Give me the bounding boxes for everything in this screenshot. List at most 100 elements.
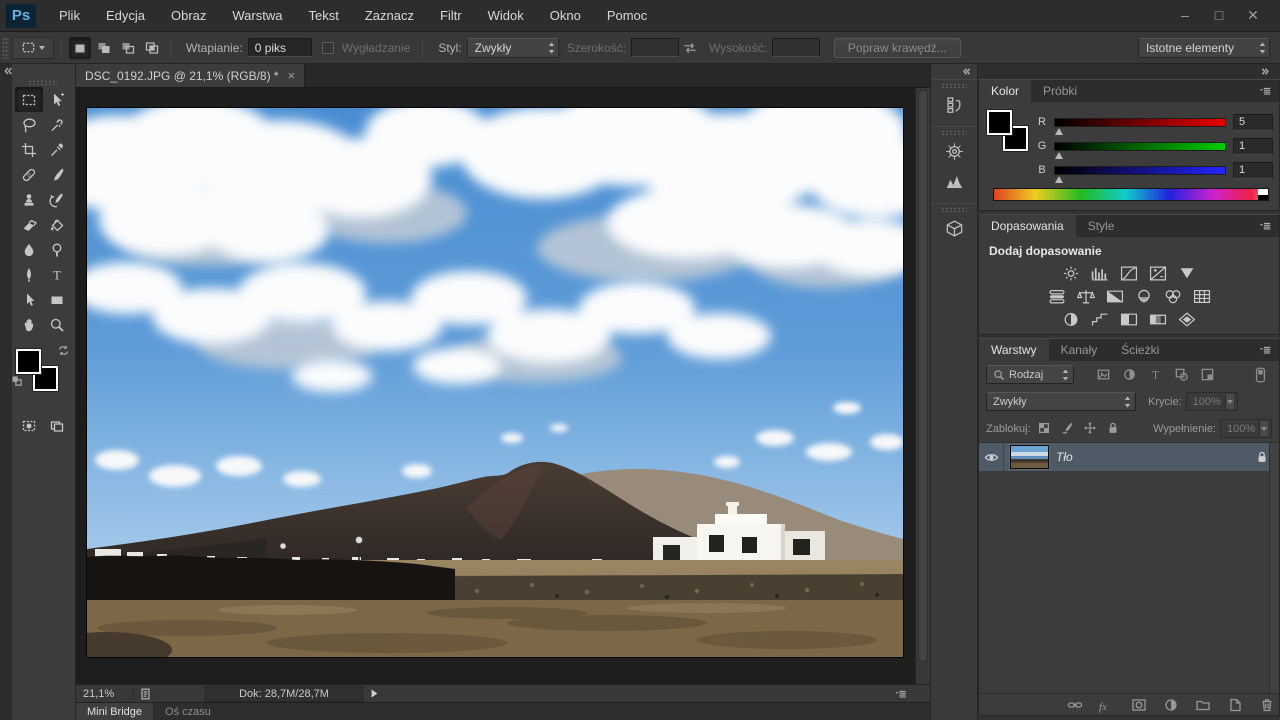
color-spectrum-ramp[interactable] <box>993 188 1269 201</box>
foreground-color-swatch[interactable] <box>987 110 1012 135</box>
menu-filtr[interactable]: Filtr <box>427 0 475 32</box>
history-brush-tool[interactable] <box>43 187 71 212</box>
collapse-tools-icon[interactable] <box>1 65 15 77</box>
threed-panel-icon[interactable] <box>937 215 971 242</box>
levels-adjustment-icon[interactable] <box>1089 265 1111 282</box>
fill-dropdown[interactable]: 100% <box>1220 419 1272 438</box>
zoom-tool[interactable] <box>43 312 71 337</box>
tab-dopasowania[interactable]: Dopasowania <box>979 215 1076 237</box>
filter-pixel-icon[interactable] <box>1092 366 1115 384</box>
channel-value-r[interactable]: 5 <box>1233 114 1273 131</box>
lock-position-icon[interactable] <box>1083 421 1102 437</box>
status-menu-icon[interactable] <box>893 688 908 700</box>
screen-mode-button[interactable] <box>43 413 71 438</box>
refine-edge-button[interactable]: Popraw krawędź... <box>834 38 961 58</box>
menu-warstwa[interactable]: Warstwa <box>219 0 295 32</box>
threshold-adjustment-icon[interactable] <box>1118 311 1140 328</box>
clone-stamp-tool[interactable] <box>15 187 43 212</box>
filter-adjust-icon[interactable] <box>1118 366 1141 384</box>
blend-mode-dropdown[interactable]: Zwykły <box>986 392 1136 411</box>
close-document-icon[interactable]: × <box>288 68 296 83</box>
slider-thumb[interactable] <box>1055 128 1063 135</box>
menu-okno[interactable]: Okno <box>537 0 594 32</box>
layer-visibility-toggle[interactable] <box>979 443 1004 471</box>
shape-tool[interactable] <box>43 287 71 312</box>
filter-smart-icon[interactable] <box>1196 366 1219 384</box>
lasso-tool[interactable] <box>15 112 43 137</box>
magic-wand-tool[interactable] <box>43 112 71 137</box>
canvas[interactable] <box>76 88 930 684</box>
hand-tool[interactable] <box>15 312 43 337</box>
feather-input[interactable]: 0 piks <box>248 38 312 57</box>
antialias-checkbox[interactable] <box>322 42 334 54</box>
slider-thumb[interactable] <box>1055 176 1063 183</box>
layer-thumbnail[interactable] <box>1010 445 1049 469</box>
opacity-dropdown[interactable]: 100% <box>1186 392 1238 411</box>
menu-tekst[interactable]: Tekst <box>295 0 351 32</box>
tab-próbki[interactable]: Próbki <box>1031 80 1089 102</box>
fx-button[interactable]: fx <box>1099 697 1118 713</box>
paint-bucket-tool[interactable] <box>43 212 71 237</box>
channel-value-b[interactable]: 1 <box>1233 162 1273 179</box>
type-tool[interactable]: T <box>43 262 71 287</box>
exposure-adjustment-icon[interactable] <box>1147 265 1169 282</box>
panel-menu-icon[interactable] <box>1257 344 1273 356</box>
mode-sub-button[interactable] <box>117 37 139 59</box>
tab-kolor[interactable]: Kolor <box>979 80 1031 102</box>
channel-slider-r[interactable] <box>1054 118 1226 127</box>
close-button[interactable]: ✕ <box>1236 7 1270 24</box>
channel-slider-g[interactable] <box>1054 142 1226 151</box>
eyedropper-tool[interactable] <box>43 137 71 162</box>
photofilter-adjustment-icon[interactable] <box>1133 288 1155 305</box>
layer-filter-dropdown[interactable]: Rodzaj <box>986 365 1074 384</box>
mode-new-button[interactable] <box>69 37 91 59</box>
filter-type-icon[interactable]: T <box>1144 366 1167 384</box>
foreground-color-swatch[interactable] <box>16 349 41 374</box>
workspace-dropdown[interactable]: Istotne elementy <box>1138 38 1270 58</box>
status-page-icon[interactable] <box>138 687 153 701</box>
rectangular-marquee-tool[interactable] <box>15 87 43 112</box>
tools-grip[interactable] <box>28 80 58 85</box>
menu-plik[interactable]: Plik <box>46 0 93 32</box>
swap-colors-icon[interactable] <box>56 343 71 358</box>
channel-value-g[interactable]: 1 <box>1233 138 1273 155</box>
document-tab[interactable]: DSC_0192.JPG @ 21,1% (RGB/8) * × <box>76 64 305 87</box>
bottom-tab-oś-czasu[interactable]: Oś czasu <box>154 703 222 720</box>
height-input[interactable] <box>772 38 820 57</box>
healing-brush-tool[interactable] <box>15 162 43 187</box>
layer-name[interactable]: Tło <box>1056 450 1073 464</box>
dodge-tool[interactable] <box>43 237 71 262</box>
lookup-adjustment-icon[interactable] <box>1191 288 1213 305</box>
brightness-adjustment-icon[interactable] <box>1060 265 1082 282</box>
blackwhite-adjustment-icon[interactable] <box>1104 288 1126 305</box>
path-selection-tool[interactable] <box>15 287 43 312</box>
zoom-level-field[interactable]: 21,1% <box>76 688 134 700</box>
mask-button[interactable] <box>1131 697 1150 713</box>
default-colors-icon[interactable] <box>10 375 24 387</box>
eraser-tool[interactable] <box>15 212 43 237</box>
menu-zaznacz[interactable]: Zaznacz <box>352 0 427 32</box>
histogram-panel-icon[interactable] <box>937 168 971 195</box>
tab-warstwy[interactable]: Warstwy <box>979 339 1049 361</box>
lock-pixels-icon[interactable] <box>1060 421 1079 437</box>
mixer-adjustment-icon[interactable] <box>1162 288 1184 305</box>
menu-obraz[interactable]: Obraz <box>158 0 219 32</box>
vibrance-adjustment-icon[interactable] <box>1176 265 1198 282</box>
filter-shape-icon[interactable] <box>1170 366 1193 384</box>
expand-dock-icon[interactable] <box>960 66 973 77</box>
slider-thumb[interactable] <box>1055 152 1063 159</box>
panel-menu-icon[interactable] <box>1257 220 1273 232</box>
bottom-tab-mini-bridge[interactable]: Mini Bridge <box>76 703 154 720</box>
move-tool[interactable] <box>43 87 71 112</box>
quick-mask-button[interactable] <box>15 413 43 438</box>
tab-style[interactable]: Style <box>1076 215 1127 237</box>
minimize-button[interactable]: – <box>1168 7 1202 24</box>
panel-menu-icon[interactable] <box>1257 85 1273 97</box>
width-input[interactable] <box>631 38 679 57</box>
balance-adjustment-icon[interactable] <box>1075 288 1097 305</box>
navigator-panel-icon[interactable] <box>937 138 971 165</box>
gradientmap-adjustment-icon[interactable] <box>1147 311 1169 328</box>
blur-tool[interactable] <box>15 237 43 262</box>
maximize-button[interactable]: □ <box>1202 7 1236 24</box>
selective-adjustment-icon[interactable] <box>1176 311 1198 328</box>
